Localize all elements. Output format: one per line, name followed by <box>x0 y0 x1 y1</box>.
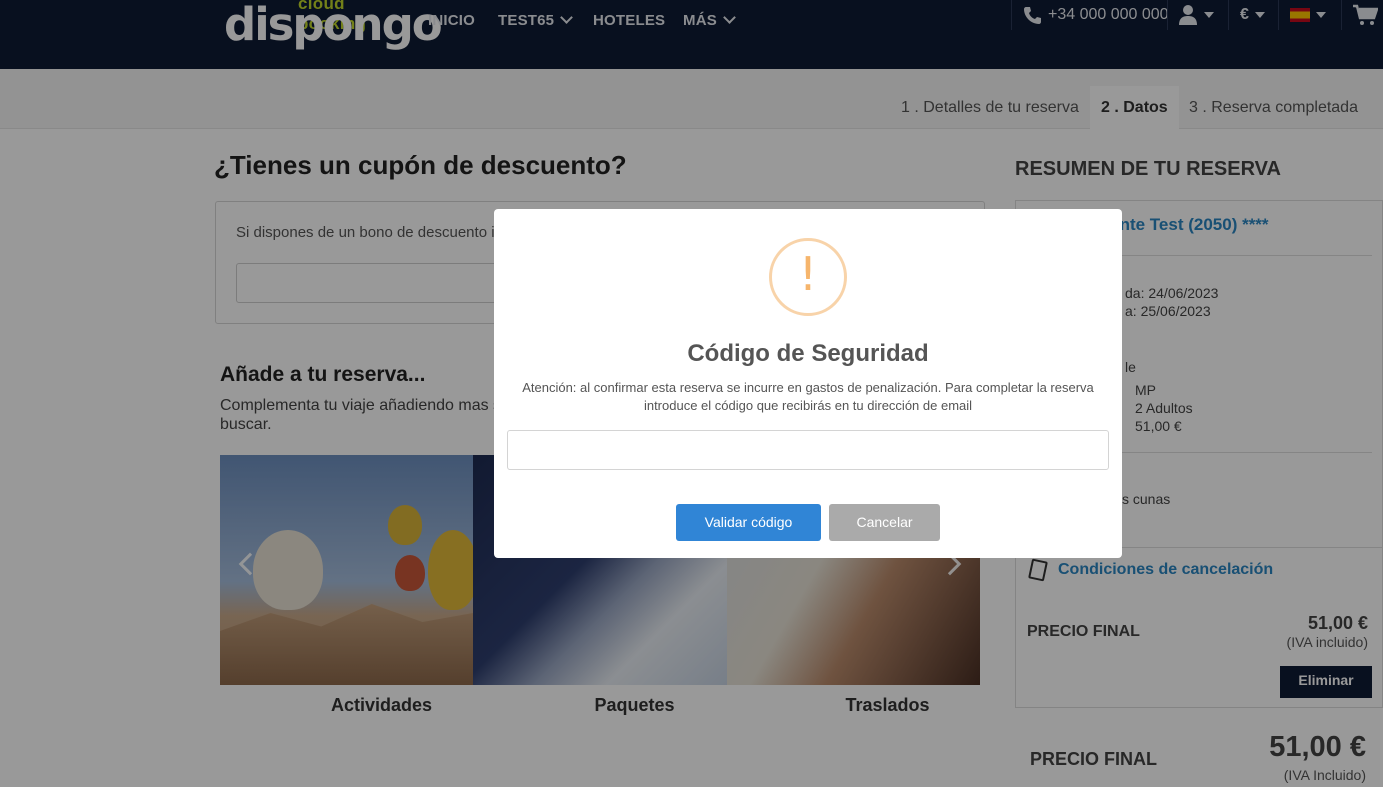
cancel-button[interactable]: Cancelar <box>829 504 940 541</box>
dialog-message-line2: introduce el código que recibirás en tu … <box>643 398 973 413</box>
dialog-message: Atención: al confirmar esta reserva se i… <box>504 379 1112 415</box>
warning-icon-glyph: ! <box>798 247 818 301</box>
warning-icon: ! <box>769 238 847 316</box>
security-code-dialog: ! Código de Seguridad Atención: al confi… <box>494 209 1122 558</box>
dialog-title: Código de Seguridad <box>687 340 929 367</box>
security-code-input[interactable] <box>507 430 1109 470</box>
dialog-message-line1: Atención: al confirmar esta reserva se i… <box>522 380 1094 395</box>
validate-code-button[interactable]: Validar código <box>676 504 821 541</box>
